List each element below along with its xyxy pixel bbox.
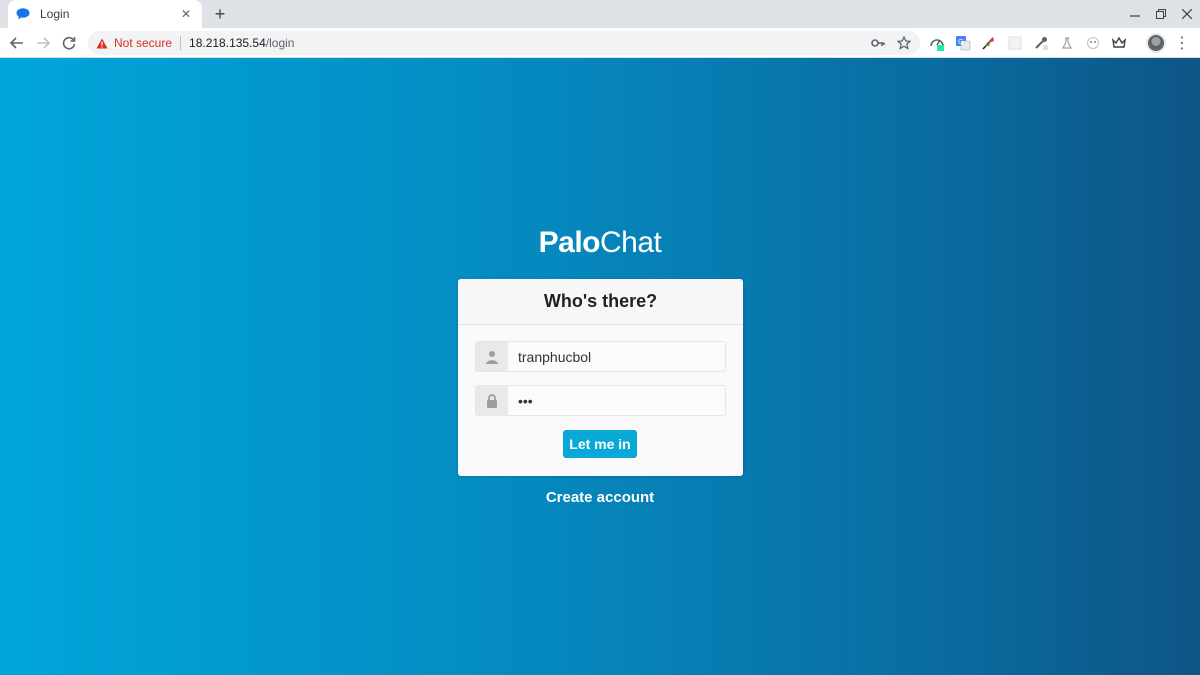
browser-toolbar: Not secure 18.218.135.54/login G ⋮ <box>0 28 1200 58</box>
reload-button[interactable] <box>58 32 80 54</box>
minimize-button[interactable] <box>1122 0 1148 28</box>
tab-strip: Login ✕ + <box>0 0 1200 28</box>
tab-login[interactable]: Login ✕ <box>8 0 202 28</box>
ghost-extension-icon[interactable] <box>1082 32 1104 54</box>
back-button[interactable] <box>6 32 28 54</box>
user-icon <box>476 342 508 371</box>
create-account-link[interactable]: Create account <box>0 489 1200 506</box>
flask-extension-icon[interactable] <box>1056 32 1078 54</box>
url-host: 18.218.135.54 <box>189 36 266 50</box>
omnibox-divider <box>180 36 182 50</box>
login-button[interactable]: Let me in <box>563 430 637 458</box>
security-label: Not secure <box>114 36 173 50</box>
brand-light: Chat <box>599 226 662 259</box>
card-title: Who's there? <box>458 279 743 325</box>
brand-bold: Palo <box>538 226 601 259</box>
browser-menu-icon[interactable]: ⋮ <box>1172 33 1192 53</box>
username-field <box>475 341 726 372</box>
url-path: /login <box>265 36 295 50</box>
crown-extension-icon[interactable] <box>1108 32 1130 54</box>
bookmark-star-icon[interactable] <box>894 34 914 52</box>
translate-extension-icon[interactable]: G <box>952 32 974 54</box>
password-field <box>475 385 726 416</box>
page-background: PaloChat Who's there? Let me in Create a… <box>0 58 1200 675</box>
restore-button[interactable] <box>1148 0 1174 28</box>
lock-icon <box>476 386 508 415</box>
profile-avatar[interactable] <box>1146 33 1166 53</box>
tab-title: Login <box>40 7 70 21</box>
close-window-button[interactable] <box>1174 0 1200 28</box>
eyedropper-extension-icon[interactable] <box>1030 32 1052 54</box>
speed-gauge-extension-icon[interactable] <box>926 32 948 54</box>
window-controls <box>1122 0 1200 28</box>
security-indicator[interactable]: Not secure <box>96 36 172 50</box>
login-card: Who's there? Let me in <box>458 279 743 476</box>
extensions-area: G <box>926 32 1130 54</box>
svg-text:G: G <box>958 38 963 46</box>
address-bar[interactable]: Not secure 18.218.135.54/login <box>88 31 920 55</box>
close-tab-icon[interactable]: ✕ <box>178 6 194 22</box>
blank-extension-icon[interactable] <box>1004 32 1026 54</box>
chat-bubble-icon <box>16 7 30 21</box>
new-tab-button[interactable]: + <box>210 4 230 24</box>
warning-icon <box>96 38 108 48</box>
brand-logo: PaloChat <box>0 226 1200 260</box>
key-icon[interactable] <box>868 34 888 52</box>
feather-extension-icon[interactable] <box>978 32 1000 54</box>
username-input[interactable] <box>508 342 725 371</box>
forward-button[interactable] <box>32 32 54 54</box>
password-input[interactable] <box>508 386 725 415</box>
